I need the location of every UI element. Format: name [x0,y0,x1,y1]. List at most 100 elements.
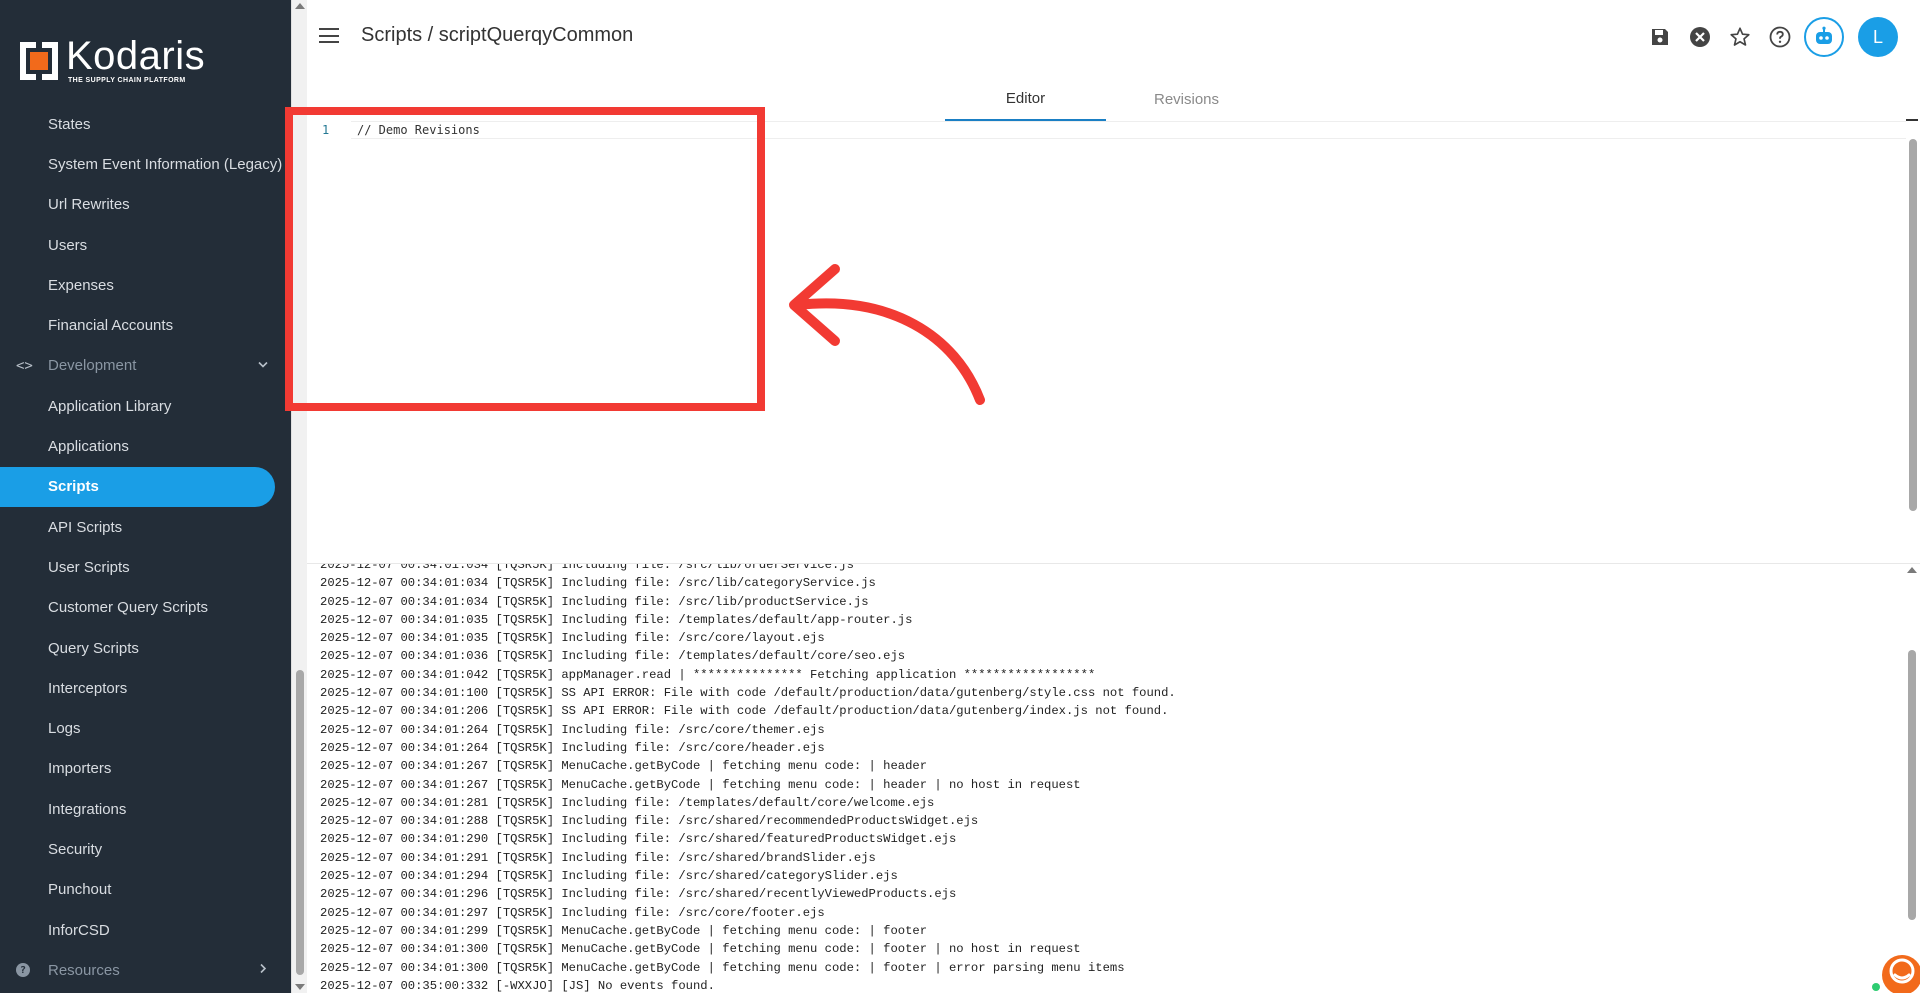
sidebar-item-security[interactable]: Security [0,829,275,869]
log-line: 2025-12-07 00:34:01:035 [TQSR5K] Includi… [320,612,913,627]
help-icon[interactable] [1760,17,1800,57]
log-line: 2025-12-07 00:34:01:264 [TQSR5K] Includi… [320,722,825,737]
log-line: 2025-12-07 00:34:01:290 [TQSR5K] Includi… [320,832,957,847]
sidebar-item-label: Scripts [48,478,99,496]
sidebar-item-logs[interactable]: Logs [0,708,275,748]
annotation-highlight-box [285,107,765,411]
log-line: 2025-12-07 00:34:01:281 [TQSR5K] Includi… [320,795,935,810]
sidebar-item-states[interactable]: States [0,104,275,144]
log-scroll-up-icon[interactable] [1907,567,1917,573]
sidebar-item-label: Development [48,357,137,375]
ai-assistant-button[interactable] [1804,17,1844,57]
log-line: 2025-12-07 00:34:01:206 [TQSR5K] SS API … [320,704,1169,719]
overview-ruler-mark [1906,119,1918,121]
save-icon[interactable] [1640,17,1680,57]
editor-scrollbar[interactable] [1906,119,1920,551]
sidebar-item-financial-accounts[interactable]: Financial Accounts [0,305,275,345]
sidebar-item-expenses[interactable]: Expenses [0,265,275,305]
log-line: 2025-12-07 00:34:01:291 [TQSR5K] Includi… [320,850,876,865]
chat-support-icon[interactable] [1868,941,1920,993]
sidebar-item-label: Resources [48,961,120,979]
editor-scroll-thumb[interactable] [1909,139,1917,511]
sidebar-item-system-event-information-legacy[interactable]: System Event Information (Legacy) [0,144,282,184]
log-line: 2025-12-07 00:34:01:035 [TQSR5K] Includi… [320,631,825,646]
log-scroll-thumb[interactable] [1908,650,1916,920]
log-lines: 2025-12-07 00:34:01:034 [TQSR5K] Includi… [320,564,1176,993]
sidebar-item-label: User Scripts [48,558,130,576]
log-line: 2025-12-07 00:34:01:288 [TQSR5K] Includi… [320,814,979,829]
log-line: 2025-12-07 00:34:01:267 [TQSR5K] MenuCac… [320,759,928,774]
hamburger-menu-icon[interactable] [319,28,339,44]
log-line: 2025-12-07 00:34:01:299 [TQSR5K] MenuCac… [320,923,928,938]
log-line: 2025-12-07 00:34:01:034 [TQSR5K] Includi… [320,576,876,591]
sidebar-item-label: Interceptors [48,679,128,697]
sidebar-item-label: Expenses [48,276,114,294]
logo-icon [18,40,60,82]
sidebar-item-label: Integrations [48,800,127,818]
sidebar-item-application-library[interactable]: Application Library [0,386,275,426]
sidebar-item-importers[interactable]: Importers [0,749,275,789]
kodaris-logo[interactable]: Kodaris THE SUPPLY CHAIN PLATFORM [18,36,205,85]
code-icon: <> [16,357,33,374]
sidebar-item-inforcsd[interactable]: InforCSD [0,910,275,950]
sidebar-item-label: Security [48,840,103,858]
chevron-right-icon [257,962,269,979]
tab-bar: Editor Revisions [945,77,1267,121]
sidebar-item-resources[interactable]: ? Resources [0,950,275,990]
sidebar-item-label: InforCSD [48,921,110,939]
sidebar-item-development[interactable]: <> Development [0,346,275,386]
log-line: 2025-12-07 00:34:01:264 [TQSR5K] Includi… [320,740,825,755]
log-line: 2025-12-07 00:34:01:267 [TQSR5K] MenuCac… [320,777,1081,792]
sidebar-item-label: Query Scripts [48,639,139,657]
user-avatar[interactable]: L [1858,17,1898,57]
cancel-icon[interactable] [1680,17,1720,57]
sidebar-item-label: Url Rewrites [48,196,130,214]
sidebar-item-label: Financial Accounts [48,317,174,335]
robot-icon [1816,26,1832,44]
scroll-down-arrow-icon[interactable] [295,984,305,990]
sidebar-item-customer-query-scripts[interactable]: Customer Query Scripts [0,588,275,628]
sidebar-item-label: API Scripts [48,518,123,536]
log-line: 2025-12-07 00:34:01:300 [TQSR5K] MenuCac… [320,942,1081,957]
log-output-panel: 2025-12-07 00:34:01:034 [TQSR5K] Includi… [307,563,1920,993]
sidebar-scroll-thumb[interactable] [296,670,304,975]
sidebar-nav: States System Event Information (Legacy) U… [0,104,282,991]
sidebar-item-api-scripts[interactable]: API Scripts [0,507,275,547]
top-header: Scripts / scriptQuerqyCommon L [307,0,1920,75]
sidebar-item-scripts[interactable]: Scripts [0,466,275,507]
sidebar-item-query-scripts[interactable]: Query Scripts [0,628,275,668]
header-actions: L [1640,17,1898,57]
sidebar-item-label: Customer Query Scripts [48,599,209,617]
help-circle-icon: ? [16,963,30,978]
chevron-down-icon [257,357,269,374]
sidebar: Kodaris THE SUPPLY CHAIN PLATFORM States… [0,0,291,993]
sidebar-item-integrations[interactable]: Integrations [0,789,275,829]
logo-name: Kodaris [66,34,206,78]
sidebar-item-label: Punchout [48,881,112,899]
sidebar-item-applications[interactable]: Applications [0,426,275,466]
scroll-up-arrow-icon[interactable] [295,3,305,9]
sidebar-item-interceptors[interactable]: Interceptors [0,668,275,708]
page-title: Scripts / scriptQuerqyCommon [361,24,634,46]
log-line: 2025-12-07 00:34:01:296 [TQSR5K] Includi… [320,887,957,902]
log-line: 2025-12-07 00:34:01:034 [TQSR5K] Includi… [320,594,869,609]
log-scrollbar[interactable] [1904,564,1920,993]
star-icon[interactable] [1720,17,1760,57]
sidebar-item-label: Application Library [48,397,172,415]
sidebar-item-url-rewrites[interactable]: Url Rewrites [0,185,275,225]
tab-editor[interactable]: Editor [945,77,1106,121]
sidebar-item-users[interactable]: Users [0,225,275,265]
log-line: 2025-12-07 00:34:01:042 [TQSR5K] appMana… [320,667,1096,682]
sidebar-item-label: Logs [48,720,81,738]
tab-revisions[interactable]: Revisions [1106,77,1267,121]
log-line: 2025-12-07 00:34:01:294 [TQSR5K] Includi… [320,869,898,884]
log-line: 2025-12-07 00:34:01:036 [TQSR5K] Includi… [320,649,906,664]
sidebar-item-punchout[interactable]: Punchout [0,870,275,910]
app-window: Kodaris THE SUPPLY CHAIN PLATFORM States… [0,0,1920,993]
log-line: 2025-12-07 00:34:01:100 [TQSR5K] SS API … [320,686,1176,701]
logo-tagline: THE SUPPLY CHAIN PLATFORM [68,77,186,84]
sidebar-item-label: Importers [48,760,112,778]
log-line: 2025-12-07 00:34:01:297 [TQSR5K] Includi… [320,905,825,920]
sidebar-item-user-scripts[interactable]: User Scripts [0,547,275,587]
sidebar-item-label: States [48,115,91,133]
